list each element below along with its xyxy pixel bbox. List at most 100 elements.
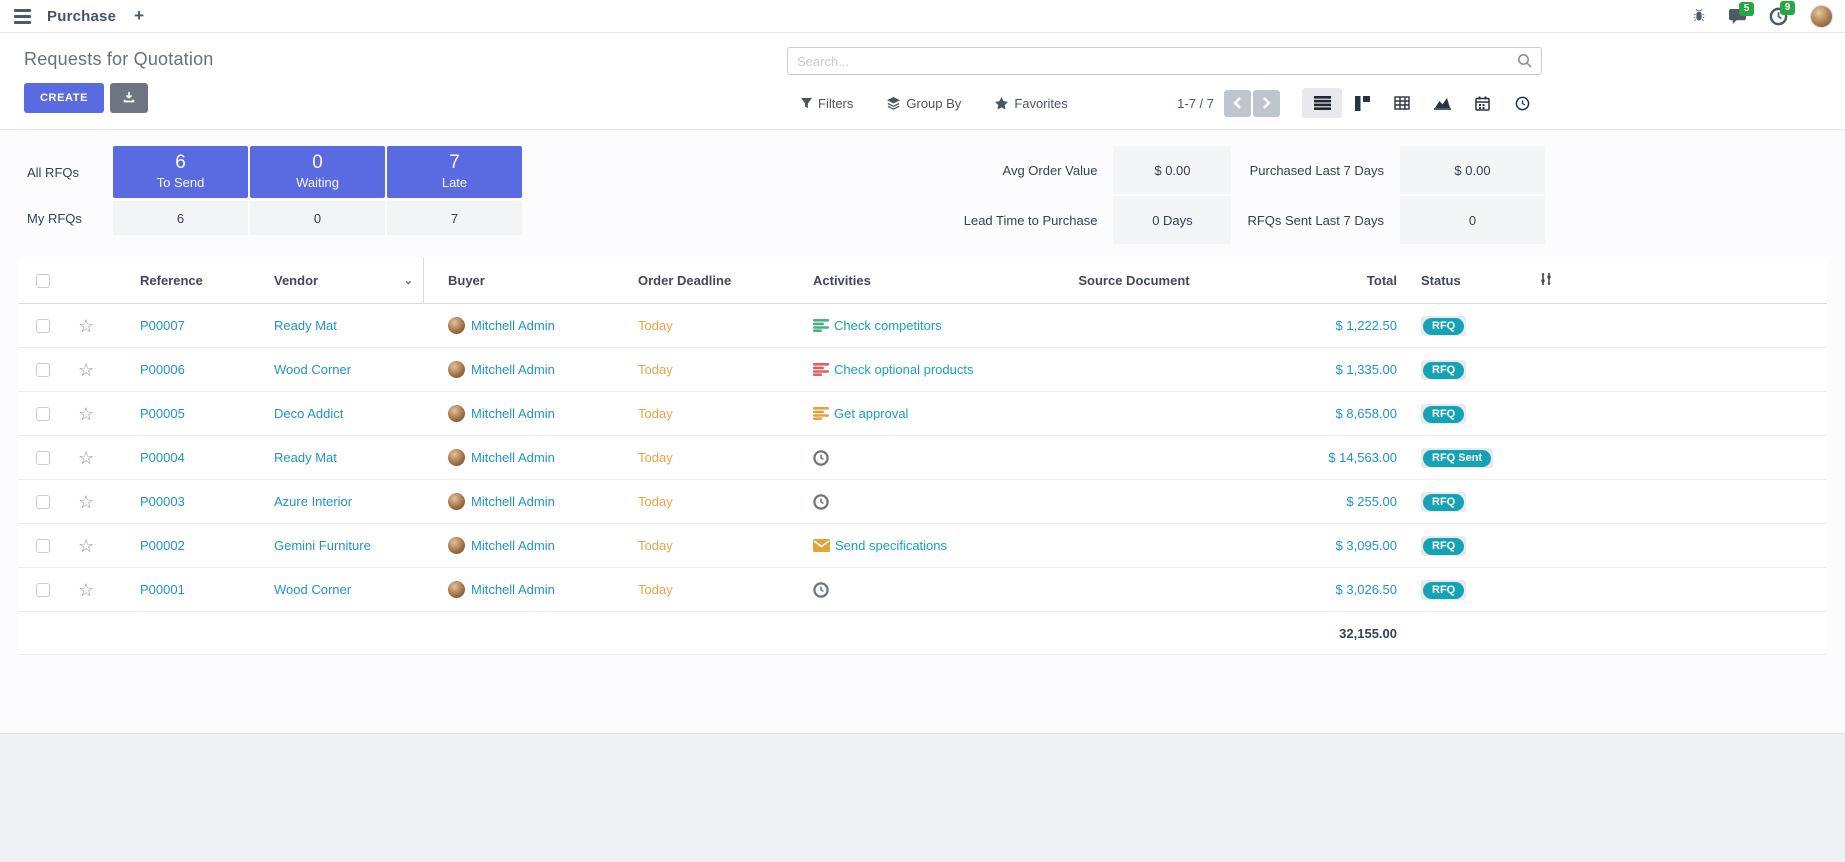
- chevron-right-icon: [1262, 97, 1271, 109]
- table-row[interactable]: ☆ P00004 Ready Mat Mitchell Admin Today …: [18, 436, 1827, 480]
- list-view-button[interactable]: [1302, 88, 1342, 118]
- table-row[interactable]: ☆ P00001 Wood Corner Mitchell Admin Toda…: [18, 568, 1827, 612]
- buyer-name[interactable]: Mitchell Admin: [471, 362, 555, 377]
- reference-link[interactable]: P00005: [112, 406, 246, 421]
- activity-todo-icon-yellow[interactable]: [813, 407, 829, 420]
- search-icon[interactable]: [1517, 53, 1533, 69]
- buyer-name[interactable]: Mitchell Admin: [471, 406, 555, 421]
- kpi-card-to-send[interactable]: 6 To Send: [113, 146, 248, 198]
- row-checkbox[interactable]: [36, 539, 50, 553]
- favorites-button[interactable]: Favorites: [995, 96, 1067, 111]
- calendar-view-button[interactable]: [1462, 88, 1502, 118]
- activity-label[interactable]: Check competitors: [834, 318, 942, 333]
- activities-clock-icon[interactable]: 9: [1769, 7, 1788, 26]
- vendor-link[interactable]: Gemini Furniture: [246, 538, 424, 553]
- messages-icon[interactable]: 5: [1728, 8, 1747, 25]
- column-header-source-document[interactable]: Source Document: [1004, 273, 1264, 288]
- buyer-name[interactable]: Mitchell Admin: [471, 582, 555, 597]
- search-input[interactable]: [788, 48, 1541, 74]
- all-rfqs-label: All RFQs: [27, 146, 111, 198]
- optional-columns-icon[interactable]: [1539, 272, 1553, 286]
- vendor-link[interactable]: Ready Mat: [246, 450, 424, 465]
- row-checkbox[interactable]: [36, 407, 50, 421]
- activity-clock-icon[interactable]: [813, 494, 829, 510]
- apps-menu-icon[interactable]: [12, 7, 33, 26]
- column-header-total[interactable]: Total: [1264, 273, 1409, 288]
- footer-total-amount: 32,155.00: [1264, 626, 1409, 641]
- table-row[interactable]: ☆ P00005 Deco Addict Mitchell Admin Toda…: [18, 392, 1827, 436]
- export-button[interactable]: [110, 83, 148, 113]
- pivot-view-button[interactable]: [1382, 88, 1422, 118]
- vendor-link[interactable]: Wood Corner: [246, 362, 424, 377]
- pager-previous-button[interactable]: [1224, 90, 1251, 117]
- activity-todo-icon-green[interactable]: [813, 319, 829, 332]
- group-by-button[interactable]: Group By: [887, 96, 961, 111]
- activity-clock-icon[interactable]: [813, 582, 829, 598]
- vendor-link[interactable]: Deco Addict: [246, 406, 424, 421]
- favorite-star-icon[interactable]: ☆: [78, 449, 94, 467]
- column-header-status[interactable]: Status: [1409, 273, 1519, 288]
- create-button[interactable]: CREATE: [24, 83, 104, 113]
- pager-range: 1-7 / 7: [1177, 96, 1214, 111]
- row-checkbox[interactable]: [36, 495, 50, 509]
- activity-view-button[interactable]: [1502, 88, 1542, 118]
- buyer-name[interactable]: Mitchell Admin: [471, 538, 555, 553]
- buyer-name[interactable]: Mitchell Admin: [471, 318, 555, 333]
- favorite-star-icon[interactable]: ☆: [78, 493, 94, 511]
- table-row[interactable]: ☆ P00007 Ready Mat Mitchell Admin Today …: [18, 304, 1827, 348]
- activity-clock-icon[interactable]: [813, 450, 829, 466]
- column-header-reference[interactable]: Reference: [112, 273, 246, 288]
- favorite-star-icon[interactable]: ☆: [78, 581, 94, 599]
- graph-view-button[interactable]: [1422, 88, 1462, 118]
- page-title: Requests for Quotation: [24, 49, 214, 70]
- activity-label[interactable]: Get approval: [834, 406, 908, 421]
- vendor-link[interactable]: Azure Interior: [246, 494, 424, 509]
- column-header-vendor[interactable]: Vendor ⌄: [246, 258, 424, 303]
- reference-link[interactable]: P00007: [112, 318, 246, 333]
- filters-button[interactable]: Filters: [801, 96, 853, 111]
- row-checkbox[interactable]: [36, 451, 50, 465]
- select-all-checkbox[interactable]: [36, 274, 50, 288]
- buyer-name[interactable]: Mitchell Admin: [471, 494, 555, 509]
- reference-link[interactable]: P00004: [112, 450, 246, 465]
- activity-email-icon[interactable]: [813, 539, 830, 552]
- app-name[interactable]: Purchase: [47, 8, 116, 25]
- table-row[interactable]: ☆ P00002 Gemini Furniture Mitchell Admin…: [18, 524, 1827, 568]
- reference-link[interactable]: P00006: [112, 362, 246, 377]
- favorite-star-icon[interactable]: ☆: [78, 537, 94, 555]
- kpi-my-waiting[interactable]: 0: [250, 201, 385, 235]
- favorite-star-icon[interactable]: ☆: [78, 317, 94, 335]
- debug-bug-icon[interactable]: [1692, 9, 1706, 23]
- kpi-my-to-send[interactable]: 6: [113, 201, 248, 235]
- reference-link[interactable]: P00001: [112, 582, 246, 597]
- sort-caret-icon: ⌄: [404, 274, 413, 287]
- user-avatar[interactable]: [1810, 5, 1833, 28]
- reference-link[interactable]: P00002: [112, 538, 246, 553]
- order-deadline-cell: Today: [614, 538, 789, 553]
- kpi-card-waiting[interactable]: 0 Waiting: [250, 146, 385, 198]
- table-row[interactable]: ☆ P00003 Azure Interior Mitchell Admin T…: [18, 480, 1827, 524]
- favorite-star-icon[interactable]: ☆: [78, 361, 94, 379]
- column-header-order-deadline[interactable]: Order Deadline: [614, 273, 789, 288]
- kanban-view-button[interactable]: [1342, 88, 1382, 118]
- kpi-my-late[interactable]: 7: [387, 201, 522, 235]
- vendor-link[interactable]: Ready Mat: [246, 318, 424, 333]
- buyer-name[interactable]: Mitchell Admin: [471, 450, 555, 465]
- rfq-table-body: ☆ P00007 Ready Mat Mitchell Admin Today …: [18, 304, 1827, 612]
- order-deadline-cell: Today: [614, 406, 789, 421]
- activity-todo-icon-red[interactable]: [813, 363, 829, 376]
- reference-link[interactable]: P00003: [112, 494, 246, 509]
- kpi-card-late[interactable]: 7 Late: [387, 146, 522, 198]
- pager-next-button[interactable]: [1253, 90, 1280, 117]
- table-row[interactable]: ☆ P00006 Wood Corner Mitchell Admin Toda…: [18, 348, 1827, 392]
- activity-label[interactable]: Send specifications: [835, 538, 947, 553]
- row-checkbox[interactable]: [36, 319, 50, 333]
- column-header-buyer[interactable]: Buyer: [424, 273, 614, 288]
- row-checkbox[interactable]: [36, 583, 50, 597]
- favorite-star-icon[interactable]: ☆: [78, 405, 94, 423]
- row-checkbox[interactable]: [36, 363, 50, 377]
- plus-menu[interactable]: +: [130, 6, 148, 26]
- column-header-activities[interactable]: Activities: [789, 273, 1004, 288]
- vendor-link[interactable]: Wood Corner: [246, 582, 424, 597]
- activity-label[interactable]: Check optional products: [834, 362, 973, 377]
